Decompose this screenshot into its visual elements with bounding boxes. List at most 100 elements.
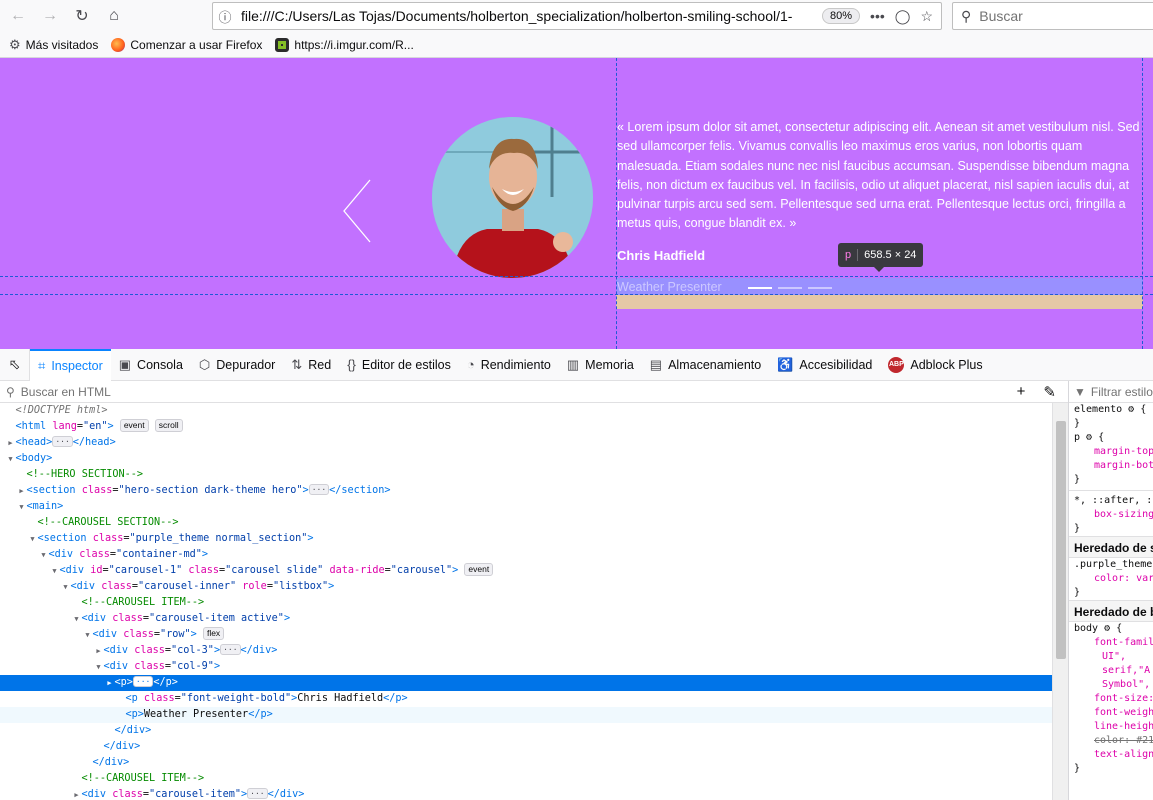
pocket-icon[interactable]: ◯ <box>895 8 911 25</box>
tab-memoria[interactable]: ▥ Memoria <box>559 349 642 381</box>
markup-node[interactable]: </div> <box>0 755 1052 771</box>
collapse-twisty-icon[interactable]: ▼ <box>72 611 82 627</box>
markup-node[interactable]: ▼ <section class="purple_theme normal_sec… <box>0 531 1052 547</box>
markup-node[interactable]: </div> <box>0 739 1052 755</box>
info-icon[interactable]: ⓘ <box>213 7 237 26</box>
bookmark-star-icon[interactable]: ☆ <box>920 8 933 25</box>
css-rule-line[interactable]: color: var <box>1069 572 1153 586</box>
markup-node[interactable]: </div> <box>0 723 1052 739</box>
css-rule-line[interactable]: color: #21 <box>1069 734 1153 748</box>
css-rule-line[interactable]: body ⚙ { <box>1069 622 1153 636</box>
css-rule-line[interactable]: font-famil <box>1069 636 1153 650</box>
tab-adblock-plus[interactable]: ABP Adblock Plus <box>880 349 990 381</box>
tab-consola[interactable]: ▣ Consola <box>111 349 191 381</box>
html-search-bar[interactable]: ⚲ Buscar en HTML + ✎ <box>0 381 1068 403</box>
collapse-twisty-icon[interactable]: ▼ <box>94 659 104 675</box>
tab-red[interactable]: ⇅ Red <box>283 349 339 381</box>
inherited-header[interactable]: Heredado de bo <box>1069 600 1153 622</box>
add-node-icon[interactable]: + <box>1017 383 1026 401</box>
markup-node[interactable]: ▼ <div id="carousel-1" class="carousel sl… <box>0 563 1052 579</box>
tab-editor-de-estilos[interactable]: {} Editor de estilos <box>339 349 459 381</box>
markup-node[interactable]: <html lang="en"> event scroll <box>0 419 1052 435</box>
css-rule-line[interactable]: p ⚙ { <box>1069 431 1153 445</box>
expand-twisty-icon[interactable]: ▶ <box>17 483 27 499</box>
markup-node[interactable]: ▶ <div class="carousel-item"> ··· </div> <box>0 787 1052 800</box>
css-rule-line[interactable]: } <box>1069 522 1153 536</box>
expand-twisty-icon[interactable]: ▶ <box>105 675 115 691</box>
css-rule-line[interactable]: } <box>1069 473 1153 487</box>
css-rule-line[interactable]: margin-top <box>1069 445 1153 459</box>
markup-node[interactable]: ▶ <div class="col-3"> ··· </div> <box>0 643 1052 659</box>
css-rule-line[interactable]: } <box>1069 417 1153 431</box>
expand-twisty-icon[interactable]: ▶ <box>6 435 16 451</box>
markup-node[interactable]: ▼ <div class="carousel-inner" role="listb… <box>0 579 1052 595</box>
css-rule-line[interactable]: font-weigh <box>1069 706 1153 720</box>
url-text[interactable]: file:///C:/Users/Las Tojas/Documents/hol… <box>237 8 822 24</box>
markup-node[interactable]: ▼ <body> <box>0 451 1052 467</box>
home-icon[interactable]: ⌂ <box>100 2 128 30</box>
collapse-twisty-icon[interactable]: ▼ <box>17 499 27 515</box>
collapse-twisty-icon[interactable]: ▼ <box>83 627 93 643</box>
css-rule-line[interactable]: serif,"A <box>1069 664 1153 678</box>
css-rule-line[interactable]: Symbol", <box>1069 678 1153 692</box>
carousel-indicator[interactable] <box>778 287 802 289</box>
rules-filter-input[interactable]: Filtrar estilo <box>1091 385 1153 399</box>
tab-depurador[interactable]: ⬡ Depurador <box>191 349 283 381</box>
carousel-indicator[interactable] <box>748 287 772 289</box>
css-rule-line[interactable]: UI", <box>1069 650 1153 664</box>
css-rule-line[interactable]: box-sizing <box>1069 508 1153 522</box>
markup-node[interactable]: <!--CAROUSEL ITEM--> <box>0 595 1052 611</box>
markup-node[interactable]: ▼ <div class="row"> flex <box>0 627 1052 643</box>
css-rule-line[interactable]: .purple_theme <box>1069 558 1153 572</box>
collapse-twisty-icon[interactable]: ▼ <box>61 579 71 595</box>
html-search-input[interactable]: Buscar en HTML <box>21 385 111 399</box>
markup-node[interactable]: ▶ <head> ··· </head> <box>0 435 1052 451</box>
back-arrow-icon[interactable]: ← <box>4 2 32 30</box>
tab-inspector[interactable]: ⌗ Inspector <box>30 348 111 381</box>
element-picker-icon[interactable]: ⬁ <box>0 348 30 381</box>
expand-twisty-icon[interactable]: ▶ <box>94 643 104 659</box>
tab-almacenamiento[interactable]: ▤ Almacenamiento <box>642 349 769 381</box>
reload-icon[interactable]: ↻ <box>68 2 96 30</box>
carousel-indicator[interactable] <box>808 287 832 289</box>
markup-node[interactable]: <!DOCTYPE html> <box>0 403 1052 419</box>
markup-node[interactable]: ▼ <div class="carousel-item active"> <box>0 611 1052 627</box>
css-rule-line[interactable]: elemento ⚙ { <box>1069 403 1153 417</box>
css-rule-line[interactable]: line-heigh <box>1069 720 1153 734</box>
forward-arrow-icon[interactable]: → <box>36 2 64 30</box>
zoom-badge[interactable]: 80% <box>822 8 861 24</box>
tab-accesibilidad[interactable]: ♿ Accesibilidad <box>769 349 880 381</box>
css-rule-line[interactable]: font-size: <box>1069 692 1153 706</box>
expand-twisty-icon[interactable]: ▶ <box>72 787 82 800</box>
search-box[interactable]: ⚲ Buscar <box>952 2 1153 30</box>
bookmark-imgur[interactable]: https://i.imgur.com/R... <box>275 37 414 52</box>
scrollbar-thumb[interactable] <box>1056 421 1066 659</box>
markup-node[interactable]: ▶ <p> ··· </p> <box>0 675 1052 691</box>
eyedropper-icon[interactable]: ✎ <box>1043 383 1056 401</box>
markup-node[interactable]: <!--HERO SECTION--> <box>0 467 1052 483</box>
markup-node[interactable]: <!--CAROUSEL ITEM--> <box>0 771 1052 787</box>
markup-node[interactable]: <p>Weather Presenter</p> <box>0 707 1052 723</box>
url-bar[interactable]: ⓘ file:///C:/Users/Las Tojas/Documents/h… <box>212 2 942 30</box>
css-rule-line[interactable]: text-align <box>1069 748 1153 762</box>
collapse-twisty-icon[interactable]: ▼ <box>28 531 38 547</box>
bookmark-firefox[interactable]: Comenzar a usar Firefox <box>111 37 262 52</box>
markup-node[interactable]: ▼ <main> <box>0 499 1052 515</box>
markup-node[interactable]: ▼ <div class="container-md"> <box>0 547 1052 563</box>
carousel-prev-arrow-icon[interactable] <box>336 178 376 248</box>
bookmark-mas-visitados[interactable]: ⚙ Más visitados <box>9 37 98 53</box>
rules-filter[interactable]: ▼ Filtrar estilo <box>1069 381 1153 403</box>
css-rule-line[interactable]: margin-bot <box>1069 459 1153 473</box>
markup-scrollbar[interactable] <box>1052 403 1068 800</box>
page-actions-icon[interactable]: ••• <box>870 8 885 25</box>
collapse-twisty-icon[interactable]: ▼ <box>39 547 49 563</box>
tab-rendimiento[interactable]: ◔ Rendimiento <box>459 349 559 381</box>
markup-node[interactable]: ▼ <div class="col-9"> <box>0 659 1052 675</box>
collapse-twisty-icon[interactable]: ▼ <box>50 563 60 579</box>
markup-node[interactable]: <!--CAROUSEL SECTION--> <box>0 515 1052 531</box>
css-rule-line[interactable]: *, ::after, : <box>1069 494 1153 508</box>
css-rule-line[interactable]: } <box>1069 586 1153 600</box>
markup-node[interactable]: <p class="font-weight-bold">Chris Hadfie… <box>0 691 1052 707</box>
css-rule-line[interactable]: } <box>1069 762 1153 776</box>
inherited-header[interactable]: Heredado de se <box>1069 536 1153 558</box>
